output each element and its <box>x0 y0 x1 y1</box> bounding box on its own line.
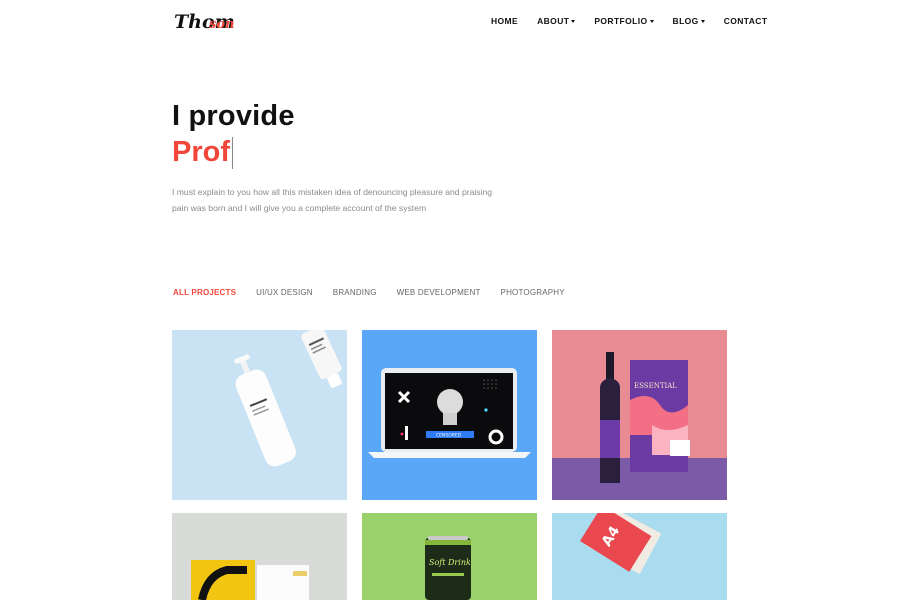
nav-home-label: HOME <box>491 16 519 26</box>
laptop-screen-label: CENSORED <box>436 433 462 439</box>
filter-all-projects[interactable]: ALL PROJECTS <box>173 288 236 297</box>
caret-down-icon <box>571 19 576 23</box>
nav-contact[interactable]: CONTACT <box>724 16 768 26</box>
can-label: Soft Drink <box>429 558 471 567</box>
portfolio-item-wine[interactable]: ESSENTIAL <box>552 330 727 500</box>
filter-ui-ux-design[interactable]: UI/UX DESIGN <box>256 288 313 297</box>
hero-typed-word: Prof <box>172 136 230 168</box>
hero-description: I must explain to you how all this mista… <box>172 187 493 213</box>
laptop-mockup-image: CENSORED <box>362 330 537 500</box>
nav-home[interactable]: HOME <box>491 16 518 26</box>
filter-web-development[interactable]: WEB DEVELOPMENT <box>397 288 481 297</box>
wine-packaging-image: ESSENTIAL <box>552 330 727 500</box>
main-nav: HOME ABOUT PORTFOLIO BLOG CONTACT <box>491 16 767 26</box>
hero-typed-text: Prof <box>172 136 233 169</box>
cosmetic-bottles-image <box>172 330 347 500</box>
logo[interactable]: Thom son <box>172 6 240 36</box>
nav-blog-label: BLOG <box>672 16 699 26</box>
portfolio-item-brochure[interactable] <box>172 513 347 600</box>
typing-cursor <box>232 136 233 169</box>
soda-can-image: Soft Drink <box>362 513 537 600</box>
nav-about[interactable]: ABOUT <box>537 16 576 26</box>
hero-heading: I provide <box>172 100 295 132</box>
portfolio-item-laptop[interactable]: CENSORED <box>362 330 537 500</box>
a4-brochure-image: A4 <box>552 513 727 600</box>
nav-about-label: ABOUT <box>537 16 570 26</box>
brochure-image <box>172 513 347 600</box>
caret-down-icon <box>649 19 654 23</box>
nav-portfolio-label: PORTFOLIO <box>594 16 648 26</box>
portfolio-filters: ALL PROJECTS UI/UX DESIGN BRANDING WEB D… <box>173 288 585 297</box>
portfolio-item-cosmetic[interactable] <box>172 330 347 500</box>
portfolio-item-a4[interactable]: A4 <box>552 513 727 600</box>
nav-portfolio[interactable]: PORTFOLIO <box>594 16 654 26</box>
filter-photography[interactable]: PHOTOGRAPHY <box>501 288 565 297</box>
wine-box-label: ESSENTIAL <box>634 382 677 390</box>
caret-down-icon <box>700 19 705 23</box>
svg-text:son: son <box>209 17 234 32</box>
nav-blog[interactable]: BLOG <box>673 16 705 26</box>
portfolio-item-can[interactable]: Soft Drink <box>362 513 537 600</box>
filter-branding[interactable]: BRANDING <box>333 288 377 297</box>
nav-contact-label: CONTACT <box>723 16 768 26</box>
